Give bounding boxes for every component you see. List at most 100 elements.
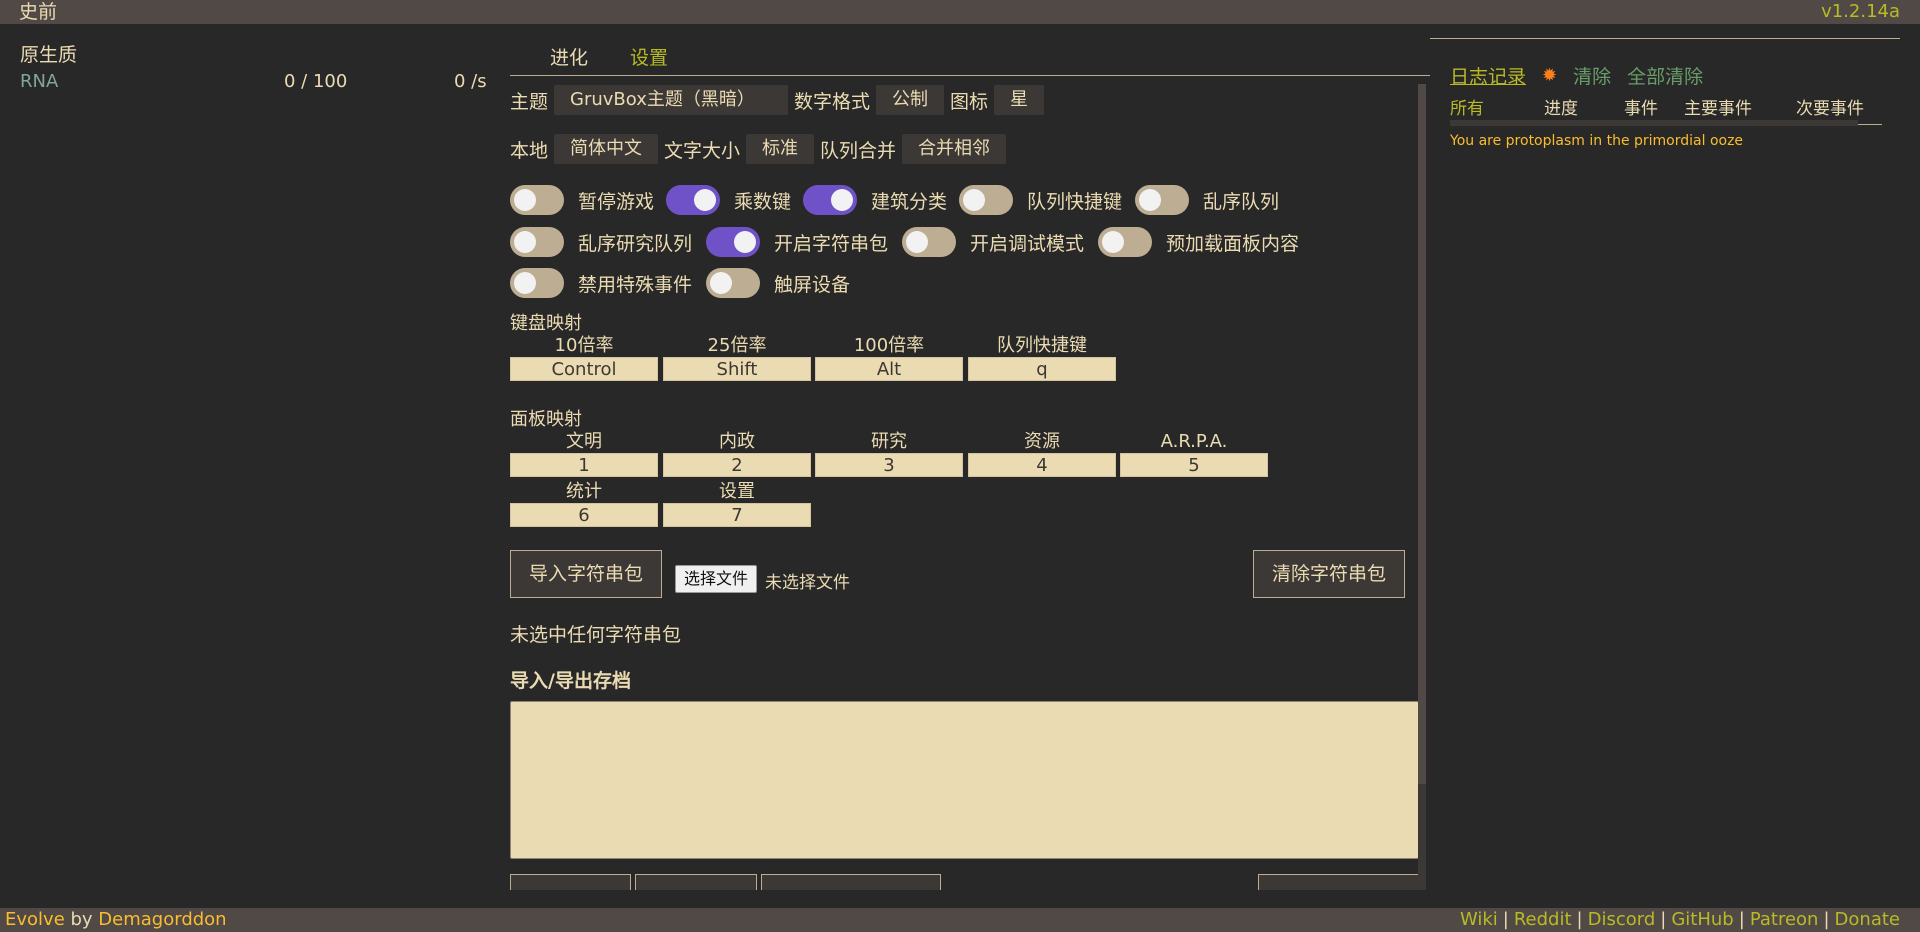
log-tab-events[interactable]: 事件 — [1624, 94, 1658, 119]
toggle-switch[interactable] — [803, 185, 857, 215]
toggle-label: 触屏设备 — [774, 273, 851, 296]
number-format-dropdown[interactable]: 公制 — [876, 85, 945, 115]
tabmap-label: A.R.P.A. — [1160, 431, 1228, 452]
icon-dropdown[interactable]: 星 — [994, 85, 1045, 115]
footer-link-wiki[interactable]: Wiki — [1460, 908, 1498, 932]
resource-name: RNA — [20, 71, 59, 92]
toggle-string-pack[interactable]: 开启字符串包 — [706, 226, 888, 258]
tab-evolution[interactable]: 进化 — [550, 43, 588, 70]
scrollbar-thumb[interactable] — [1418, 84, 1426, 784]
footer-link-discord[interactable]: Discord — [1588, 908, 1656, 932]
footer-brand[interactable]: Evolve — [5, 909, 65, 930]
toggle-disable-special-events[interactable]: 禁用特殊事件 — [510, 267, 692, 299]
tabmap-input[interactable]: 5 — [1120, 453, 1268, 477]
keymap-label: 100倍率 — [853, 335, 925, 356]
log-tab-all[interactable]: 所有 — [1450, 94, 1484, 119]
footer-link-patreon[interactable]: Patreon — [1750, 908, 1819, 932]
keymap-item: 100倍率 Alt — [815, 335, 963, 381]
log-clear-all-button[interactable]: 全部清除 — [1627, 62, 1703, 89]
tab-settings[interactable]: 设置 — [630, 43, 668, 70]
gear-icon[interactable]: ✹ — [1542, 65, 1557, 86]
toggle-building-categories[interactable]: 建筑分类 — [803, 184, 947, 216]
toggle-switch[interactable] — [1135, 185, 1189, 215]
toggle-label: 预加载面板内容 — [1166, 232, 1300, 255]
tabmap-item: 内政 2 — [663, 431, 811, 477]
theme-dropdown[interactable]: GruvBox主题（黑暗） — [554, 85, 789, 115]
tabmap-label: 统计 — [566, 481, 602, 502]
tabmap-input[interactable]: 1 — [510, 453, 658, 477]
save-data-textarea[interactable] — [510, 701, 1419, 859]
resource-rate: 0 /s — [454, 71, 487, 92]
keymap-label: 队列快捷键 — [997, 335, 1087, 356]
resource-category: 原生质 — [20, 44, 78, 66]
import-save-button[interactable] — [510, 874, 631, 890]
toggle-switch[interactable] — [666, 185, 720, 215]
footer-link-github[interactable]: GitHub — [1671, 908, 1733, 932]
log-tab-progress[interactable]: 进度 — [1544, 94, 1578, 119]
settings-scrollbar[interactable] — [1418, 84, 1426, 890]
tabmap-label: 文明 — [566, 431, 602, 452]
toggle-switch[interactable] — [902, 227, 956, 257]
keymap-item: 队列快捷键 q — [968, 335, 1116, 381]
log-tab-minor-events[interactable]: 次要事件 — [1796, 94, 1864, 119]
toggle-switch[interactable] — [510, 268, 564, 298]
keymap-input[interactable]: Shift — [663, 357, 811, 381]
toggle-debug-mode[interactable]: 开启调试模式 — [902, 226, 1084, 258]
toggle-random-queue[interactable]: 乱序队列 — [1135, 184, 1279, 216]
toggle-switch[interactable] — [706, 268, 760, 298]
tabmap-input[interactable]: 3 — [815, 453, 963, 477]
footer-separator: | — [1502, 909, 1509, 930]
toggle-label: 乱序队列 — [1203, 190, 1280, 213]
footer-link-donate[interactable]: Donate — [1835, 908, 1900, 932]
footer-links: Wiki | Reddit | Discord | GitHub | Patreon | … — [1460, 908, 1900, 932]
tabmap-input[interactable]: 2 — [663, 453, 811, 477]
locale-dropdown[interactable]: 简体中文 — [554, 134, 659, 164]
keymap-title: 键盘映射 — [510, 313, 582, 334]
toggle-multiplier-keys[interactable]: 乘数键 — [666, 184, 791, 216]
footer-by: by — [64, 909, 99, 930]
footer-author[interactable]: Demagorddon — [98, 909, 226, 930]
log-tabs-scrollbar[interactable] — [1450, 120, 1858, 126]
toggle-switch[interactable] — [706, 227, 760, 257]
tabmap-input[interactable]: 6 — [510, 503, 658, 527]
keymap-input[interactable]: Control — [510, 357, 658, 381]
toggle-switch[interactable] — [510, 185, 564, 215]
toggle-pause-game[interactable]: 暂停游戏 — [510, 184, 654, 216]
font-size-dropdown[interactable]: 标准 — [746, 134, 815, 164]
queue-merge-dropdown[interactable]: 合并相邻 — [902, 134, 1007, 164]
toggle-switch[interactable] — [510, 227, 564, 257]
keymap-label: 10倍率 — [554, 335, 614, 356]
log-tab-major-events[interactable]: 主要事件 — [1684, 94, 1752, 119]
choose-file-button[interactable]: 选择文件 — [675, 565, 758, 593]
toggle-preload-tabs[interactable]: 预加载面板内容 — [1098, 226, 1299, 258]
footer-link-reddit[interactable]: Reddit — [1514, 908, 1572, 932]
toggle-touch-device[interactable]: 触屏设备 — [706, 267, 850, 299]
footer-credit: Evolve by Demagorddon — [5, 908, 227, 932]
footer-bar: Evolve by Demagorddon Wiki | Reddit | Disc… — [0, 908, 1920, 932]
toggle-label: 禁用特殊事件 — [578, 273, 693, 296]
tabmap-input[interactable]: 7 — [663, 503, 811, 527]
toggle-switch[interactable] — [959, 185, 1013, 215]
import-export-heading: 导入/导出存档 — [510, 670, 631, 692]
log-clear-button[interactable]: 清除 — [1573, 62, 1611, 89]
theme-label: 主题 — [510, 90, 549, 113]
tabmap-item: 资源 4 — [968, 431, 1116, 477]
settings-panel: 主题 GruvBox主题（黑暗） 数字格式 公制 图标 星 本地 简体中文 文字… — [510, 84, 1420, 890]
tabmap-input[interactable]: 4 — [968, 453, 1116, 477]
toggle-queue-hotkey[interactable]: 队列快捷键 — [959, 184, 1122, 216]
tabmap-item: 研究 3 — [815, 431, 963, 477]
log-title[interactable]: 日志记录 — [1450, 62, 1526, 89]
keymap-label: 25倍率 — [707, 335, 767, 356]
restore-backup-button[interactable] — [1258, 874, 1419, 890]
export-save-file-button[interactable] — [761, 874, 941, 890]
resource-row: RNA 0 / 100 0 /s — [20, 71, 490, 97]
toggle-random-research-queue[interactable]: 乱序研究队列 — [510, 226, 692, 258]
import-string-pack-button[interactable]: 导入字符串包 — [510, 550, 663, 598]
toggle-label: 乱序研究队列 — [578, 232, 693, 255]
clear-string-pack-button[interactable]: 清除字符串包 — [1253, 550, 1406, 598]
queue-merge-label: 队列合并 — [820, 139, 897, 162]
export-save-button[interactable] — [635, 874, 757, 890]
keymap-input[interactable]: Alt — [815, 357, 963, 381]
toggle-switch[interactable] — [1098, 227, 1152, 257]
keymap-input[interactable]: q — [968, 357, 1116, 381]
